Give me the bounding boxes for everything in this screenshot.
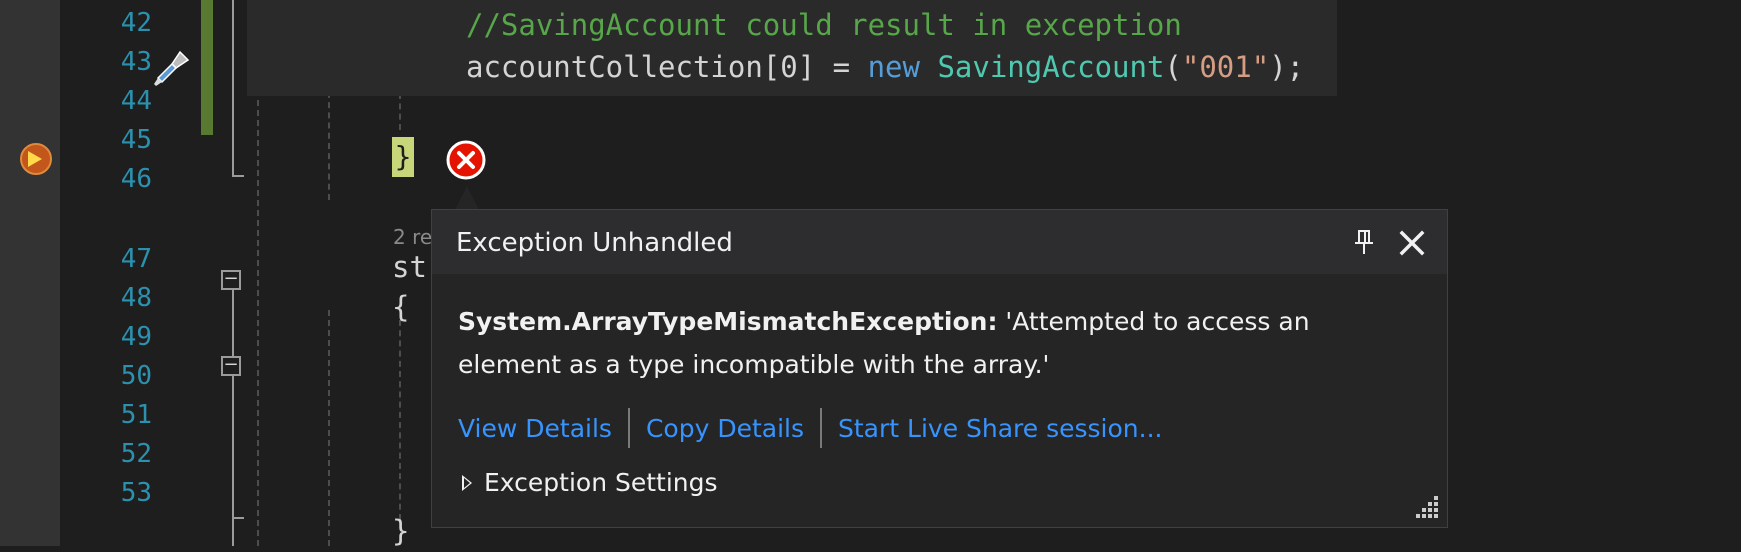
indent-guide (328, 310, 330, 546)
code-keyword-new: new (867, 50, 920, 84)
code-fragment: { (392, 290, 410, 324)
line-number: 50 (120, 361, 152, 391)
outline-tick (232, 517, 244, 519)
glyph-margin[interactable] (0, 0, 60, 546)
collapse-icon[interactable]: − (221, 270, 241, 290)
popup-header: Exception Unhandled (432, 210, 1447, 274)
start-live-share-link[interactable]: Start Live Share session... (838, 414, 1163, 443)
exception-message: System.ArrayTypeMismatchException: 'Atte… (458, 300, 1388, 386)
link-separator (820, 408, 822, 448)
popup-links: View Details Copy Details Start Live Sha… (458, 406, 1163, 450)
code-type-name: SavingAccount (937, 50, 1165, 84)
line-number: 48 (120, 283, 152, 313)
exception-type: System.ArrayTypeMismatchException: (458, 307, 998, 336)
indent-guide (399, 320, 401, 520)
link-separator (627, 408, 630, 448)
code-line-42[interactable]: //SavingAccount could result in exceptio… (466, 4, 1182, 46)
outline-line (232, 290, 234, 360)
line-number: 47 (120, 244, 152, 274)
line-number: 45 (120, 125, 152, 155)
outline-line (232, 376, 234, 546)
code-assign-target: accountCollection[0] = (466, 50, 868, 84)
expand-triangle-icon (462, 474, 472, 491)
popup-title: Exception Unhandled (456, 228, 733, 258)
exception-settings-label: Exception Settings (484, 468, 718, 497)
line-number: 42 (120, 8, 152, 38)
resize-grip-icon[interactable] (1412, 492, 1440, 520)
current-statement-arrow-icon (20, 143, 52, 175)
change-tracking-bar (201, 0, 213, 135)
line-number: 44 (120, 86, 152, 116)
exception-settings-toggle[interactable]: Exception Settings (462, 468, 718, 497)
outline-tick (232, 175, 244, 177)
popup-pointer (455, 186, 479, 210)
collapse-icon[interactable]: − (221, 356, 241, 376)
code-string-arg: "001" (1181, 50, 1270, 84)
exception-helper-popup[interactable]: Exception Unhandled System.ArrayTypeMism… (431, 209, 1448, 528)
outline-line (232, 0, 234, 175)
line-number: 49 (120, 322, 152, 352)
error-icon (446, 140, 486, 180)
line-number: 43 (120, 47, 152, 77)
line-number: 51 (120, 400, 152, 430)
line-number: 46 (120, 164, 152, 194)
code-fragment: st (392, 250, 427, 284)
code-line-43[interactable]: accountCollection[0] = new SavingAccount… (466, 46, 1304, 88)
close-icon[interactable] (1397, 228, 1427, 258)
code-open-paren: ( (1164, 50, 1182, 84)
code-comment: //SavingAccount could result in exceptio… (466, 8, 1182, 42)
copy-details-link[interactable]: Copy Details (646, 414, 804, 443)
line-number: 52 (120, 439, 152, 469)
matched-closing-brace: } (392, 137, 414, 177)
code-close: ); (1269, 50, 1305, 84)
view-details-link[interactable]: View Details (458, 414, 612, 443)
line-number: 53 (120, 478, 152, 508)
quick-actions-screwdriver-icon[interactable] (150, 48, 192, 90)
pin-icon[interactable] (1350, 228, 1378, 256)
